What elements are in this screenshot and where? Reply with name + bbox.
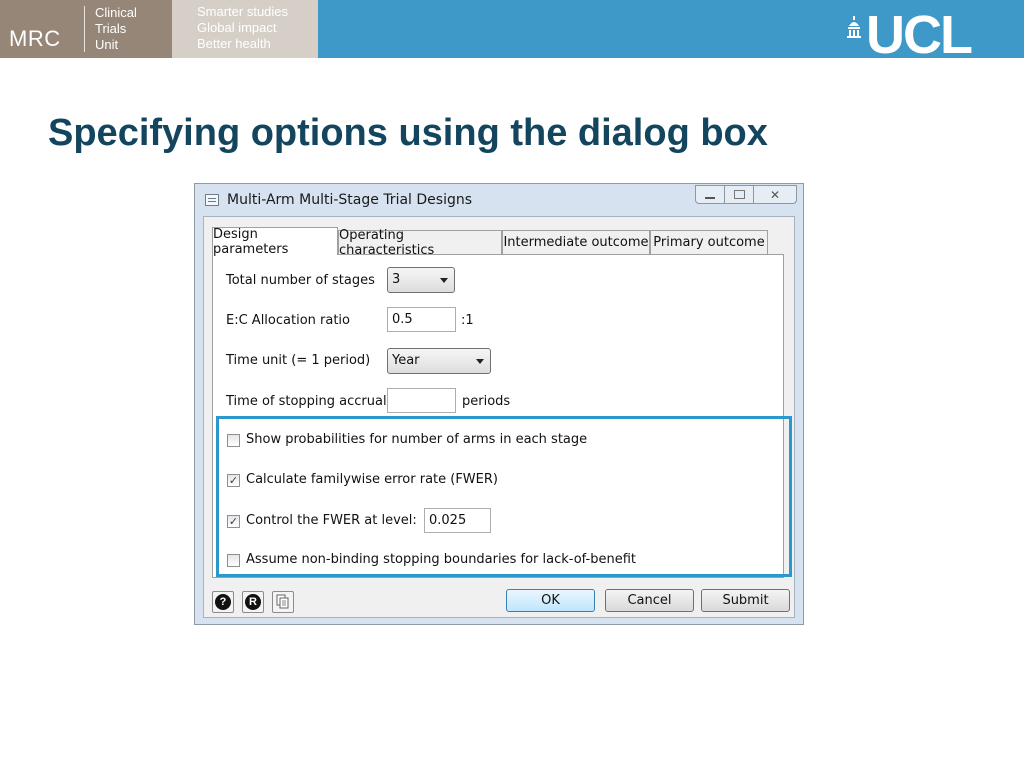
- time-unit-label: Time unit (= 1 period): [226, 353, 371, 368]
- fwer-level-input[interactable]: [424, 508, 491, 533]
- tab-primary-outcome[interactable]: Primary outcome: [650, 230, 768, 254]
- mrc-unit-line: Trials: [95, 21, 127, 36]
- tab-label: Primary outcome: [653, 235, 765, 250]
- allocation-input[interactable]: [387, 307, 456, 332]
- time-unit-dropdown[interactable]: Year: [387, 348, 491, 374]
- non-binding-checkbox[interactable]: [227, 554, 240, 567]
- non-binding-label[interactable]: Assume non-binding stopping boundaries f…: [246, 552, 636, 567]
- maximize-icon: [733, 190, 745, 199]
- copy-button[interactable]: [272, 591, 294, 613]
- r-button[interactable]: R: [242, 591, 264, 613]
- time-unit-value: Year: [392, 353, 420, 368]
- stages-value: 3: [392, 272, 401, 287]
- show-probabilities-label[interactable]: Show probabilities for number of arms in…: [246, 432, 587, 447]
- stages-label: Total number of stages: [226, 273, 375, 288]
- ucl-dome-icon: [847, 16, 861, 38]
- control-fwer-checkbox[interactable]: ✓: [227, 515, 240, 528]
- window-controls: ✕: [695, 185, 797, 204]
- close-icon: ✕: [769, 187, 781, 202]
- allocation-suffix: :1: [461, 313, 474, 328]
- slide-title: Specifying options using the dialog box: [48, 112, 768, 154]
- stop-accrual-input[interactable]: [387, 388, 456, 413]
- mrc-unit-text: Clinical Trials Unit: [95, 5, 137, 53]
- maximize-button[interactable]: [724, 185, 754, 204]
- dialog-app-icon: [205, 194, 219, 206]
- tab-label: Intermediate outcome: [503, 235, 649, 250]
- help-button[interactable]: ?: [212, 591, 234, 613]
- mams-dialog-window: Multi-Arm Multi-Stage Trial Designs ✕ De…: [194, 183, 804, 625]
- tagline-text: Smarter studies Global impact Better hea…: [197, 4, 288, 52]
- tagline-line: Global impact: [197, 20, 277, 35]
- tagline-line: Smarter studies: [197, 4, 289, 19]
- dialog-title: Multi-Arm Multi-Stage Trial Designs: [227, 192, 473, 208]
- r-icon: R: [245, 594, 261, 610]
- chevron-down-icon: [440, 278, 448, 283]
- mrc-ctu-logo: MRC Clinical Trials Unit: [0, 0, 172, 58]
- allocation-label: E:C Allocation ratio: [226, 313, 350, 328]
- help-icon: ?: [215, 594, 231, 610]
- ucl-logo: UCL: [866, 5, 973, 65]
- submit-button[interactable]: Submit: [701, 589, 790, 612]
- tab-operating-characteristics[interactable]: Operating characteristics: [338, 228, 502, 258]
- control-fwer-label[interactable]: Control the FWER at level:: [246, 513, 417, 528]
- fwer-options-highlight: Show probabilities for number of arms in…: [216, 416, 792, 577]
- tab-label: Operating characteristics: [339, 227, 435, 258]
- ok-button[interactable]: OK: [506, 589, 595, 612]
- tab-design-parameters[interactable]: Design parameters: [212, 226, 338, 257]
- stop-accrual-label: Time of stopping accrual: [226, 394, 387, 409]
- calculate-fwer-label[interactable]: Calculate familywise error rate (FWER): [246, 472, 498, 487]
- tab-intermediate-outcome[interactable]: Intermediate outcome: [502, 230, 650, 254]
- minimize-button[interactable]: [695, 185, 725, 204]
- dialog-client-area: Design parameters Operating characterist…: [203, 216, 795, 618]
- stages-dropdown[interactable]: 3: [387, 267, 455, 293]
- mrc-unit-line: Unit: [95, 37, 119, 52]
- mrc-unit-line: Clinical: [95, 5, 137, 20]
- close-button[interactable]: ✕: [753, 185, 797, 204]
- mrc-logo-text: MRC: [9, 26, 61, 51]
- dialog-titlebar[interactable]: Multi-Arm Multi-Stage Trial Designs ✕: [195, 184, 803, 216]
- stop-accrual-suffix: periods: [462, 394, 511, 409]
- cancel-button[interactable]: Cancel: [605, 589, 694, 612]
- calculate-fwer-checkbox[interactable]: ✓: [227, 474, 240, 487]
- copy-icon: [276, 594, 289, 609]
- minimize-icon: [705, 196, 715, 199]
- design-parameters-panel: Total number of stages 3 E:C Allocation …: [212, 254, 792, 578]
- show-probabilities-checkbox[interactable]: [227, 434, 240, 447]
- chevron-down-icon: [476, 359, 484, 364]
- logo-divider: [84, 6, 85, 52]
- tagline-panel: Smarter studies Global impact Better hea…: [172, 0, 318, 58]
- slide-header-bar: MRC Clinical Trials Unit Smarter studies…: [0, 0, 1024, 65]
- tab-label: Design parameters: [213, 226, 289, 257]
- tagline-line: Better health: [197, 36, 271, 51]
